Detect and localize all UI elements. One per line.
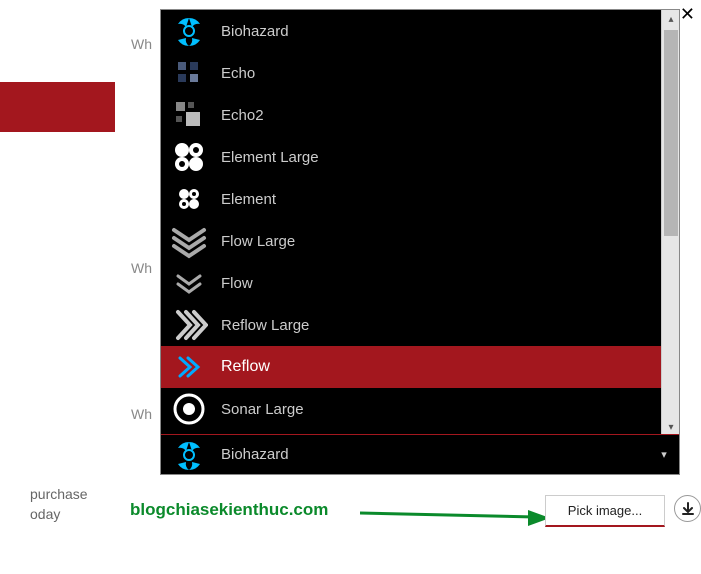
dropdown-selected-bar[interactable]: Biohazard ▾ [161, 434, 679, 474]
element-large-icon [161, 138, 217, 176]
dropdown-list: Biohazard Echo Echo2 Element Large Element Fl… [161, 10, 679, 436]
scrollbar-track[interactable]: ▴ ▾ [661, 10, 679, 436]
dropdown-item-element[interactable]: Element [161, 178, 679, 220]
dropdown-selected-label: Biohazard [217, 446, 649, 463]
download-button[interactable] [674, 495, 701, 522]
dropdown-item-label: Reflow Large [217, 317, 679, 334]
biohazard-icon [161, 12, 217, 50]
annotation-arrow [360, 506, 550, 526]
close-button[interactable]: ✕ [680, 4, 695, 25]
dropdown-item-reflow[interactable]: Reflow [161, 346, 679, 388]
scrollbar-thumb[interactable] [664, 30, 678, 236]
dropdown-item-element-large[interactable]: Element Large [161, 136, 679, 178]
dropdown-item-echo[interactable]: Echo [161, 52, 679, 94]
flow-icon [161, 264, 217, 302]
dropdown-item-biohazard[interactable]: Biohazard [161, 10, 679, 52]
dropdown-item-echo2[interactable]: Echo2 [161, 94, 679, 136]
dropdown-item-flow-large[interactable]: Flow Large [161, 220, 679, 262]
dropdown-item-label: Sonar Large [217, 401, 679, 418]
background-label: Wh [131, 260, 152, 276]
dropdown-item-label: Flow Large [217, 233, 679, 250]
element-icon [161, 180, 217, 218]
background-label: Wh [131, 406, 152, 422]
watermark-text: blogchiasekienthuc.com [130, 500, 328, 520]
dropdown-item-flow[interactable]: Flow [161, 262, 679, 304]
echo2-icon [161, 96, 217, 134]
dropdown-item-reflow-large[interactable]: Reflow Large [161, 304, 679, 346]
boot-animation-dropdown: Biohazard Echo Echo2 Element Large Element Fl… [160, 9, 680, 475]
dropdown-item-label: Flow [217, 275, 679, 292]
background-text: oday [30, 504, 60, 525]
pick-image-button[interactable]: Pick image... [545, 495, 665, 527]
dropdown-item-label: Biohazard [217, 23, 679, 40]
dropdown-item-label: Reflow [217, 358, 679, 376]
dropdown-item-sonar-large[interactable]: Sonar Large [161, 388, 679, 430]
background-label: Wh [131, 36, 152, 52]
red-sidebar-stripe [0, 82, 115, 132]
sonar-large-icon [161, 390, 217, 428]
chevron-down-icon: ▾ [649, 448, 679, 461]
dropdown-item-label: Element [217, 191, 679, 208]
echo-icon [161, 54, 217, 92]
scroll-up-arrow[interactable]: ▴ [662, 10, 680, 28]
dropdown-item-label: Echo [217, 65, 679, 82]
dropdown-item-label: Echo2 [217, 107, 679, 124]
background-text: purchase [30, 484, 88, 505]
dropdown-item-label: Element Large [217, 149, 679, 166]
reflow-large-icon [161, 306, 217, 344]
reflow-icon [161, 348, 217, 386]
flow-large-icon [161, 222, 217, 260]
biohazard-icon [161, 436, 217, 474]
download-icon [680, 501, 696, 517]
